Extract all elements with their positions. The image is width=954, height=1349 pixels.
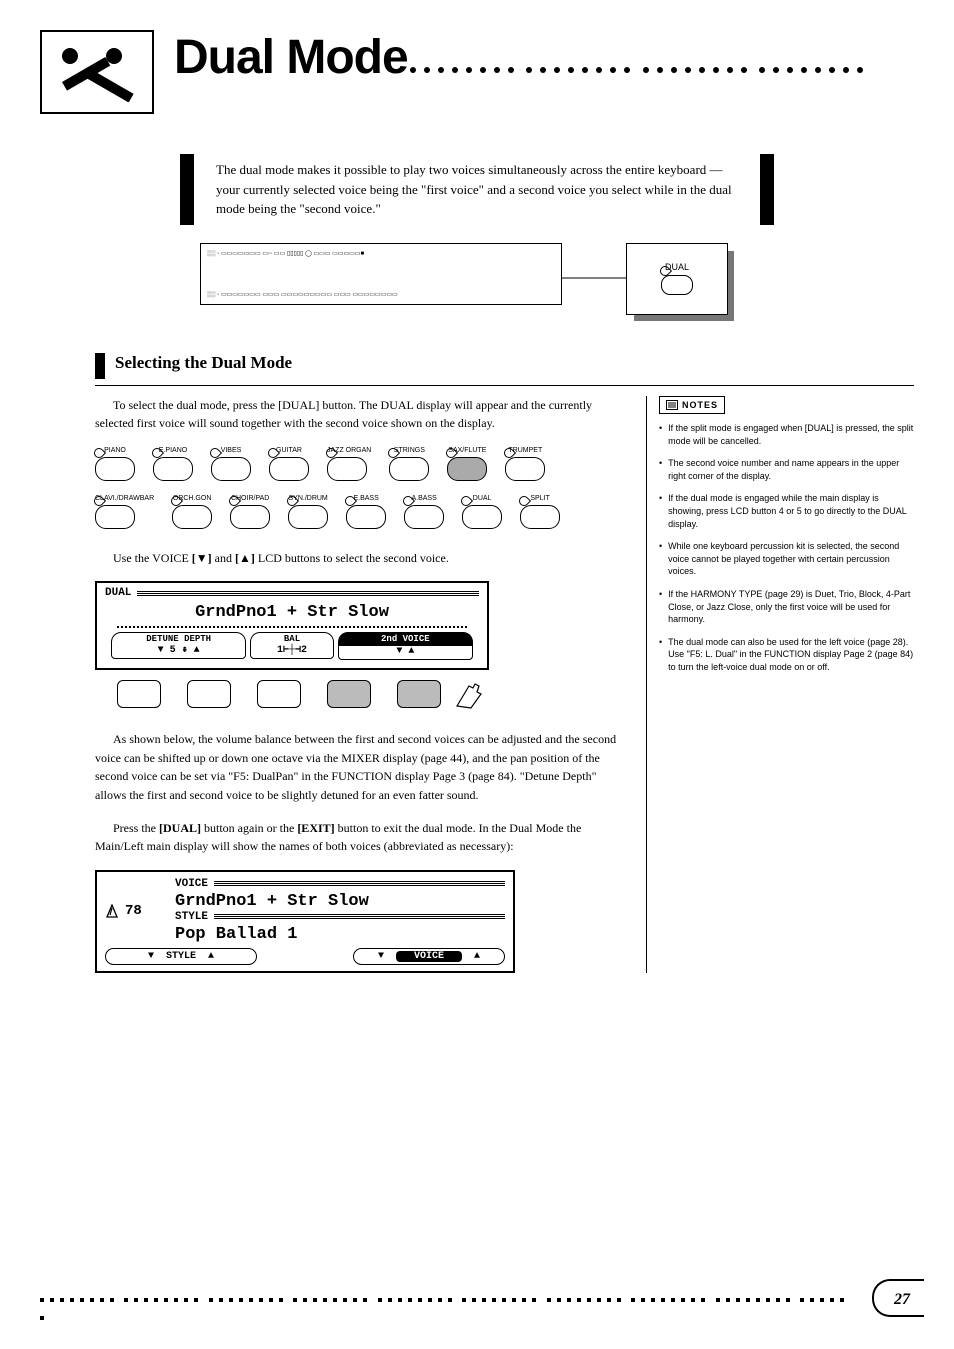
panel-illustration-row: ░░ ◦ ▭▭▭▭▭▭▭ ▭◦◦ ▭▭ ▯▯▯▯▯ ◯ ▭▭▭ ▭▭▭▭▭■ ░… xyxy=(200,243,914,313)
lcd2-voice-pill: ▼ VOICE ▲ xyxy=(353,948,505,965)
lcd-button-1 xyxy=(117,680,161,708)
footer-dots xyxy=(40,1289,860,1295)
voice-btn-saxflute xyxy=(447,457,487,481)
lcd-button-5 xyxy=(397,680,441,708)
voice-selector-illustration: PIANO E.PIANO VIBES GUITAR JAZZ ORGAN ST… xyxy=(95,447,628,529)
lcd-detune-value: ▼ 5 ⇞ ▲ xyxy=(118,644,239,656)
tools-icon xyxy=(52,42,142,102)
panel-illustration: ░░ ◦ ▭▭▭▭▭▭▭ ▭◦◦ ▭▭ ▯▯▯▯▯ ◯ ▭▭▭ ▭▭▭▭▭■ ░… xyxy=(200,243,562,305)
note-6: The dual mode can also be used for the l… xyxy=(668,636,914,674)
voice-btn-dual xyxy=(462,505,502,529)
voice-btn-guitar xyxy=(269,457,309,481)
lcd2-tempo: 78 xyxy=(125,903,142,919)
lcd2-style-label: STYLE xyxy=(175,911,208,923)
voice-btn-ebass xyxy=(346,505,386,529)
paragraph-1: To select the dual mode, press the [DUAL… xyxy=(95,396,628,433)
note-2: The second voice number and name appears… xyxy=(668,457,914,482)
voice-btn-split xyxy=(520,505,560,529)
note-5: If the HARMONY TYPE (page 29) is Duet, T… xyxy=(668,588,914,626)
voice-btn-strings xyxy=(389,457,429,481)
voice-btn-piano xyxy=(95,457,135,481)
section-heading: Selecting the Dual Mode xyxy=(95,353,914,386)
dual-button-icon xyxy=(661,275,693,295)
lcd-detune-label: DETUNE DEPTH xyxy=(118,634,239,644)
voice-btn-trumpet xyxy=(505,457,545,481)
intro-block: The dual mode makes it possible to play … xyxy=(180,154,774,225)
page-title: Dual Mode xyxy=(174,30,408,85)
voice-btn-abass xyxy=(404,505,444,529)
lcd2-voice-label: VOICE xyxy=(175,878,208,890)
lcd-dual-display: DUAL GrndPno1 + Str Slow DETUNE DEPTH ▼ … xyxy=(95,581,489,670)
metronome-icon xyxy=(105,904,119,918)
paragraph-4: Press the [DUAL] button again or the [EX… xyxy=(95,819,628,856)
lcd-button-2 xyxy=(187,680,231,708)
voice-btn-choir xyxy=(230,505,270,529)
intro-bar-right xyxy=(760,154,774,225)
pointing-hand-icon xyxy=(451,676,487,712)
note-4: While one keyboard percussion kit is sel… xyxy=(668,540,914,578)
lcd2-voice: GrndPno1 + Str Slow xyxy=(175,892,505,911)
section-title: Selecting the Dual Mode xyxy=(115,353,292,373)
intro-bar-left xyxy=(180,154,194,225)
lcd-buttons-row xyxy=(95,676,628,712)
page-number: 27 xyxy=(894,1291,910,1309)
voice-btn-epiano xyxy=(153,457,193,481)
lcd-button-3 xyxy=(257,680,301,708)
note-3: If the dual mode is engaged while the ma… xyxy=(668,492,914,530)
lcd-bal-label: BAL xyxy=(257,634,326,644)
lcd-2ndvoice-value: ▼ ▲ xyxy=(339,646,472,657)
lcd-bal-value: 1⊢┼⊣2 xyxy=(257,644,326,656)
callout-connector xyxy=(562,243,626,313)
notes-badge: NOTES xyxy=(659,396,725,415)
lcd2-style-pill: ▼ STYLE ▲ xyxy=(105,948,257,965)
voice-btn-vibes xyxy=(211,457,251,481)
main-column: To select the dual mode, press the [DUAL… xyxy=(95,396,646,973)
header-dots xyxy=(410,60,871,78)
voice-btn-orchgon xyxy=(172,505,212,529)
paragraph-3: As shown below, the volume balance betwe… xyxy=(95,730,628,804)
lcd2-style: Pop Ballad 1 xyxy=(175,925,505,944)
notes-icon xyxy=(666,400,678,410)
note-1: If the split mode is engaged when [DUAL]… xyxy=(668,422,914,447)
intro-text: The dual mode makes it possible to play … xyxy=(194,154,760,225)
dual-callout: DUAL xyxy=(626,243,726,313)
section-icon-box xyxy=(40,30,154,114)
lcd-title: DUAL xyxy=(105,587,131,599)
voice-btn-clavi xyxy=(95,505,135,529)
lcd-button-4 xyxy=(327,680,371,708)
lcd-voice: GrndPno1 + Str Slow xyxy=(117,599,467,628)
notes-column: NOTES If the split mode is engaged when … xyxy=(646,396,914,973)
lcd-main-display: 78 VOICE GrndPno1 + Str Slow STYLE xyxy=(95,870,515,973)
lcd-2ndvoice-label: 2nd VOICE xyxy=(381,634,430,644)
paragraph-2: Use the VOICE [▼] and [▲] LCD buttons to… xyxy=(95,549,628,568)
voice-btn-jazzorgan xyxy=(327,457,367,481)
voice-btn-syn xyxy=(288,505,328,529)
